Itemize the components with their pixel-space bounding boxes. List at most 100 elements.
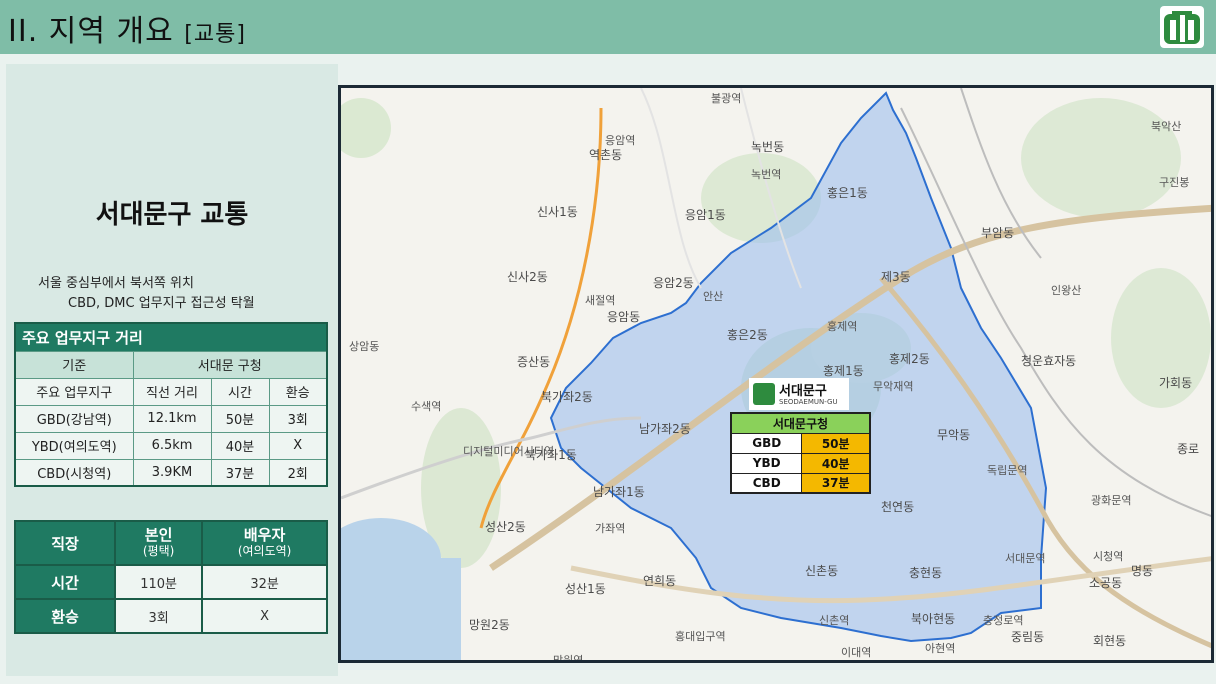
map-label: 응암동 [607, 310, 641, 324]
map-label: 명동 [1131, 564, 1154, 578]
station-label: 홍제역 [827, 320, 858, 333]
map-label: 중림동 [1011, 630, 1045, 644]
time-self-cell: 110분 [113, 564, 204, 600]
commute-self-header: 본인 (평택) [113, 520, 204, 566]
map-label: 홍제1동 [823, 364, 864, 378]
header-bar: II. 지역 개요 [교통] [0, 0, 1216, 54]
time-cell: 40분 [210, 431, 270, 460]
station-label: 가좌역 [595, 522, 626, 535]
map-label: 신사2동 [507, 270, 548, 284]
page-title: II. 지역 개요 [교통] [8, 6, 246, 50]
map-label: 증산동 [517, 355, 551, 369]
map-label: 무악동 [937, 428, 971, 442]
logo-graphic [1164, 10, 1200, 44]
map-label: 남가좌1동 [593, 485, 645, 499]
map-label: 홍은2동 [727, 328, 768, 342]
transfer-row-label: 환승 [14, 598, 116, 634]
mountain-label: 구진봉 [1159, 176, 1190, 189]
box-key: CBD [730, 472, 803, 494]
distance-cell: 3.9KM [132, 458, 212, 487]
table-row: YBD 40분 [730, 452, 871, 474]
distance-table-header-row-2: 주요 업무지구 직선 거리 시간 환승 [14, 377, 328, 406]
box-key: YBD [730, 452, 803, 474]
office-commute-box: 서대문구청 GBD 50분 YBD 40분 CBD 37분 [730, 412, 871, 494]
col-transfer: 환승 [268, 377, 328, 406]
seodaemun-logo-icon [1160, 6, 1204, 48]
district-map[interactable]: 녹번동 역촌동 신사1동 응암1동 홍은1동 신사2동 응암2동 제3동 부암동… [338, 85, 1214, 663]
spouse-sub: (여의도역) [237, 544, 292, 558]
station-label: 불광역 [711, 92, 742, 105]
distance-table-caption: 주요 업무지구 거리 [14, 322, 328, 352]
map-label: 신사1동 [537, 205, 578, 219]
logo-name: 서대문구 [779, 384, 827, 399]
time-cell: 37분 [210, 458, 270, 487]
station-label: 신촌역 [819, 614, 850, 627]
mountain-label: 북악산 [1151, 120, 1182, 133]
map-label: 망원2동 [469, 618, 510, 632]
commute-corner-cell: 직장 [14, 520, 116, 566]
logo-english: SEODAEMUN-GU [779, 398, 838, 406]
col-distance: 직선 거리 [132, 377, 212, 406]
station-label: 망원역 [553, 654, 584, 663]
description-line-2: CBD, DMC 업무지구 접근성 탁월 [68, 296, 255, 311]
district-cell: GBD(강남역) [14, 404, 134, 433]
description-line-1: 서울 중심부에서 북서쪽 위치 [38, 276, 194, 291]
table-row: YBD(여의도역) 6.5km 40분 X [14, 431, 328, 460]
table-row: CBD(시청역) 3.9KM 37분 2회 [14, 458, 328, 487]
box-value: 40분 [801, 452, 871, 474]
mountain-label: 인왕산 [1051, 284, 1082, 297]
commute-spouse-header: 배우자 (여의도역) [201, 520, 328, 566]
col-district: 주요 업무지구 [14, 377, 134, 406]
station-label: 응암역 [605, 134, 636, 147]
distance-table-caption-row: 주요 업무지구 거리 [14, 322, 328, 352]
box-value: 37분 [801, 472, 871, 494]
table-row: 시간 110분 32분 [14, 564, 328, 600]
col-basis: 기준 [14, 350, 134, 379]
commute-header-row: 직장 본인 (평택) 배우자 (여의도역) [14, 520, 328, 566]
table-row: GBD 50분 [730, 432, 871, 454]
station-label: 아현역 [925, 642, 956, 655]
station-label: 녹번역 [751, 168, 782, 181]
map-label: 충현동 [909, 566, 943, 580]
map-label: 성산2동 [485, 520, 526, 534]
station-label: 이대역 [841, 646, 872, 659]
table-row: GBD(강남역) 12.1km 50분 3회 [14, 404, 328, 433]
station-label: 새절역 [585, 294, 616, 307]
time-cell: 50분 [210, 404, 270, 433]
map-label: 응암1동 [685, 208, 726, 222]
transfer-self-cell: 3회 [113, 598, 204, 634]
map-label: 소공동 [1089, 576, 1123, 590]
map-label: 제3동 [881, 270, 911, 284]
box-caption-row: 서대문구청 [730, 412, 871, 434]
distance-table-header-row-1: 기준 서대문 구청 [14, 350, 328, 379]
distance-table: 주요 업무지구 거리 기준 서대문 구청 주요 업무지구 직선 거리 시간 환승… [14, 322, 328, 487]
map-label: 남가좌2동 [639, 422, 691, 436]
time-spouse-cell: 32분 [201, 564, 328, 600]
station-label: 시청역 [1093, 550, 1124, 563]
station-label: 독립문역 [987, 464, 1028, 477]
map-label: 성산1동 [565, 582, 606, 596]
seodaemun-emblem-icon [753, 383, 775, 405]
map-label: 가회동 [1159, 376, 1193, 390]
transfer-cell: 2회 [268, 458, 328, 487]
self-label: 본인 [144, 526, 173, 544]
map-label: 북아현동 [911, 612, 956, 626]
station-label: 수색역 [411, 400, 442, 413]
distance-cell: 12.1km [132, 404, 212, 433]
map-label: 역촌동 [589, 148, 623, 162]
station-label: 충정로역 [983, 614, 1024, 627]
col-origin: 서대문 구청 [132, 350, 328, 379]
box-key: GBD [730, 432, 803, 454]
table-row: 환승 3회 X [14, 598, 328, 634]
transfer-cell: X [268, 431, 328, 460]
station-label: 디지털미디어시티역 [463, 445, 555, 458]
self-sub: (평택) [142, 544, 175, 558]
box-value: 50분 [801, 432, 871, 454]
distance-cell: 6.5km [132, 431, 212, 460]
map-label: 종로 [1177, 442, 1200, 456]
map-label: 연희동 [643, 574, 677, 588]
map-label: 홍은1동 [827, 186, 868, 200]
district-cell: YBD(여의도역) [14, 431, 134, 460]
map-label: 부암동 [981, 226, 1015, 240]
page-title-main: II. 지역 개요 [8, 14, 174, 49]
